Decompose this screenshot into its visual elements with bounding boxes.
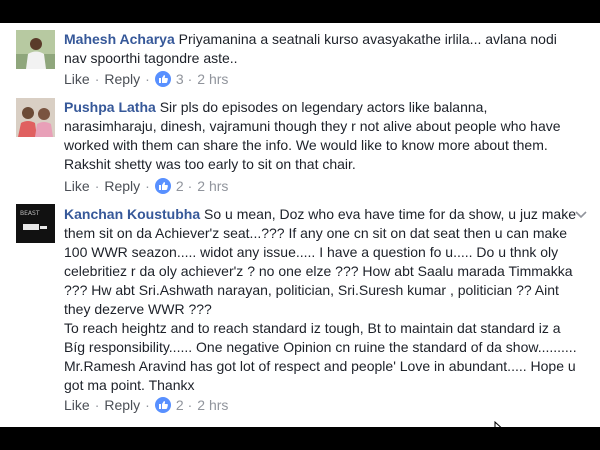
timestamp-link[interactable]: 2 hrs: [197, 71, 228, 87]
comment-author-link[interactable]: Mahesh Acharya: [64, 31, 175, 47]
separator: ·: [145, 178, 150, 194]
comment-body: Mahesh Acharya Priyamanina a seatnali ku…: [64, 30, 579, 68]
separator: ·: [94, 178, 100, 194]
comment-body: Kanchan Koustubha So u mean, Doz who eva…: [64, 205, 579, 395]
comment-actions: Like · Reply · 2 · 2 hrs: [64, 396, 228, 414]
separator: ·: [187, 178, 193, 194]
separator: ·: [187, 71, 193, 87]
comments-panel: Mahesh Acharya Priyamanina a seatnali ku…: [0, 23, 600, 427]
comment-actions: Like · Reply · 2 · 2 hrs: [64, 177, 228, 195]
like-icon[interactable]: [154, 178, 171, 194]
comment-body: Pushpa Latha Sir pls do episodes on lege…: [64, 98, 579, 174]
comment-text: To reach heightz and to reach standard i…: [64, 320, 577, 393]
avatar[interactable]: [16, 98, 55, 137]
timestamp-link[interactable]: 2 hrs: [197, 178, 228, 194]
reply-link[interactable]: Reply: [104, 397, 140, 413]
like-count[interactable]: 2: [176, 397, 184, 413]
comment-text: So u mean, Doz who eva have time for da …: [64, 206, 576, 317]
reply-link[interactable]: Reply: [104, 71, 140, 87]
beast-logo-text: BEAST: [20, 210, 40, 217]
like-count[interactable]: 2: [176, 178, 184, 194]
like-icon[interactable]: [154, 71, 171, 87]
chevron-down-icon[interactable]: [574, 208, 588, 222]
separator: ·: [145, 71, 150, 87]
separator: ·: [145, 397, 150, 413]
comment-actions: Like · Reply · 3 · 2 hrs: [64, 70, 228, 88]
like-count[interactable]: 3: [176, 71, 184, 87]
separator: ·: [94, 397, 100, 413]
like-link[interactable]: Like: [64, 178, 90, 194]
comment-author-link[interactable]: Pushpa Latha: [64, 99, 156, 115]
reply-link[interactable]: Reply: [104, 178, 140, 194]
avatar[interactable]: [16, 30, 55, 69]
avatar[interactable]: BEAST: [16, 204, 55, 243]
like-link[interactable]: Like: [64, 397, 90, 413]
like-link[interactable]: Like: [64, 71, 90, 87]
mouse-cursor-icon: [494, 421, 502, 427]
timestamp-link[interactable]: 2 hrs: [197, 397, 228, 413]
separator: ·: [94, 71, 100, 87]
like-icon[interactable]: [154, 397, 171, 413]
separator: ·: [187, 397, 193, 413]
comment-author-link[interactable]: Kanchan Koustubha: [64, 206, 200, 222]
